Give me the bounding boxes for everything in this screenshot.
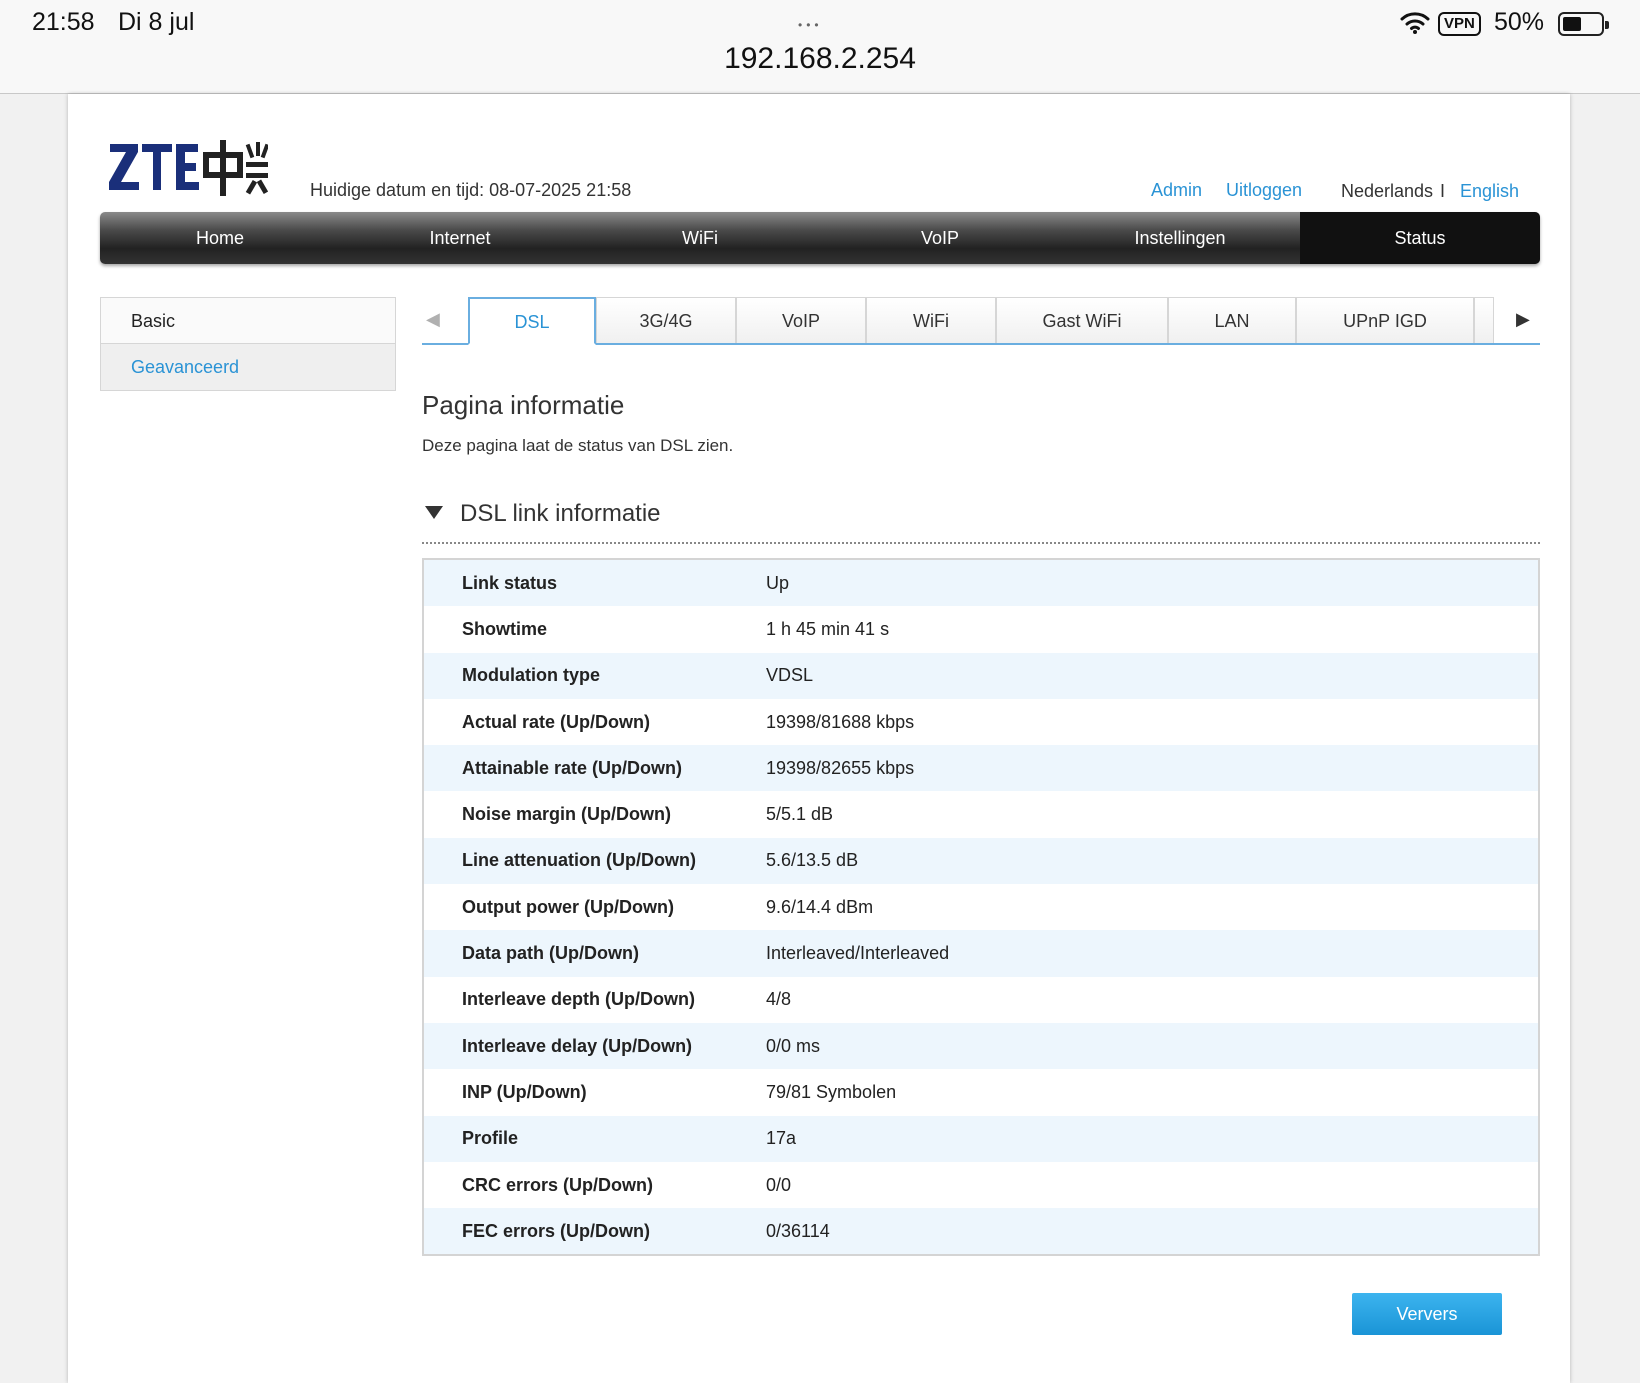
row-value: 4/8 <box>766 989 792 1010</box>
language-dutch[interactable]: Nederlands <box>1341 181 1433 202</box>
table-row: Line attenuation (Up/Down) 5.6/13.5 dB <box>424 837 1538 885</box>
row-label: Link status <box>462 572 558 593</box>
nav-instellingen[interactable]: Instellingen <box>1060 212 1300 264</box>
row-value: VDSL <box>766 665 814 686</box>
tab-lan[interactable]: LAN <box>1168 297 1296 343</box>
address-bar[interactable]: 192.168.2.254 <box>0 42 1640 76</box>
collapse-triangle-icon[interactable] <box>425 506 443 519</box>
table-row: Interleave depth (Up/Down) 4/8 <box>424 976 1538 1023</box>
row-label: CRC errors (Up/Down) <box>462 1174 654 1195</box>
row-label: Interleave depth (Up/Down) <box>462 989 696 1010</box>
row-value: 0/0 <box>766 1174 792 1195</box>
row-value: 79/81 Symbolen <box>766 1081 897 1102</box>
table-row: Data path (Up/Down) Interleaved/Interleav… <box>424 930 1538 977</box>
table-row: Attainable rate (Up/Down) 19398/82655 kbp… <box>424 745 1538 792</box>
status-time: 21:58 <box>32 8 95 36</box>
row-label: Attainable rate (Up/Down) <box>462 757 683 778</box>
table-row: Modulation type VDSL <box>424 652 1538 699</box>
tab-dsl[interactable]: DSL <box>468 297 596 345</box>
logout-link[interactable]: Uitloggen <box>1226 180 1302 201</box>
table-row: CRC errors (Up/Down) 0/0 <box>424 1161 1538 1209</box>
row-value: 9.6/14.4 dBm <box>766 896 874 917</box>
tab-3g4g[interactable]: 3G/4G <box>596 297 736 343</box>
row-value: Up <box>766 572 790 593</box>
page-description: Deze pagina laat de status van DSL zien. <box>422 436 734 455</box>
row-value: 17a <box>766 1128 797 1149</box>
table-row: Actual rate (Up/Down) 19398/81688 kbps <box>424 698 1538 746</box>
dsl-info-table: Link status Up Showtime 1 h 45 min 41 s Modu… <box>422 558 1540 1257</box>
tab-scroll-left-icon[interactable]: ◀ <box>426 309 440 330</box>
page-title: Pagina informatie <box>422 390 625 420</box>
table-row: INP (Up/Down) 79/81 Symbolen <box>424 1069 1538 1116</box>
refresh-button[interactable]: Ververs <box>1352 1293 1502 1335</box>
row-value: 0/0 ms <box>766 1035 821 1056</box>
table-row: Noise margin (Up/Down) 5/5.1 dB <box>424 791 1538 838</box>
status-date: Di 8 jul <box>118 8 195 36</box>
language-separator: I <box>1440 181 1446 201</box>
row-label: Profile <box>462 1128 519 1149</box>
row-value: 1 h 45 min 41 s <box>766 618 890 639</box>
section-divider <box>422 542 1540 544</box>
row-value: 5/5.1 dB <box>766 804 834 825</box>
tab-gast-wifi[interactable]: Gast WiFi <box>996 297 1168 343</box>
row-label: Interleave delay (Up/Down) <box>462 1035 693 1056</box>
section-title[interactable]: DSL link informatie <box>460 500 661 528</box>
tab-overflow[interactable] <box>1474 297 1494 343</box>
side-item-basic[interactable]: Basic <box>101 298 395 344</box>
table-row: Showtime 1 h 45 min 41 s <box>424 606 1538 653</box>
row-value: 19398/81688 kbps <box>766 711 915 732</box>
browser-top-bar: 21:58 Di 8 jul ••• 192.168.2.254 VPN 50% <box>0 0 1640 94</box>
nav-internet[interactable]: Internet <box>340 212 580 264</box>
battery-icon <box>1558 12 1609 36</box>
table-row: Link status Up <box>424 560 1538 607</box>
vpn-badge: VPN <box>1438 12 1481 36</box>
row-label: INP (Up/Down) <box>462 1081 587 1102</box>
table-row: Output power (Up/Down) 9.6/14.4 dBm <box>424 884 1538 931</box>
row-label: Noise margin (Up/Down) <box>462 804 672 825</box>
table-row: Interleave delay (Up/Down) 0/0 ms <box>424 1022 1538 1070</box>
row-label: Data path (Up/Down) <box>462 943 639 964</box>
row-label: FEC errors (Up/Down) <box>462 1220 651 1241</box>
table-row: FEC errors (Up/Down) 0/36114 <box>424 1208 1538 1255</box>
row-value: 19398/82655 kbps <box>766 757 915 778</box>
zte-logo <box>109 140 268 196</box>
nav-wifi[interactable]: WiFi <box>580 212 820 264</box>
sub-tabs: ◀ DSL 3G/4G VoIP WiFi Gast WiFi LAN UPnP… <box>422 297 1540 345</box>
tab-voip[interactable]: VoIP <box>736 297 866 343</box>
tab-upnp-igd[interactable]: UPnP IGD <box>1296 297 1474 343</box>
row-label: Showtime <box>462 618 548 639</box>
battery-percentage: 50% <box>1494 8 1545 36</box>
multitask-dots[interactable]: ••• <box>798 18 823 32</box>
nav-home[interactable]: Home <box>100 212 340 264</box>
row-label: Output power (Up/Down) <box>462 896 674 917</box>
side-item-geavanceerd[interactable]: Geavanceerd <box>101 344 395 390</box>
row-label: Modulation type <box>462 665 600 686</box>
row-value: Interleaved/Interleaved <box>766 943 950 964</box>
side-menu: Basic Geavanceerd <box>100 297 396 391</box>
tab-scroll-right-icon[interactable]: ▶ <box>1516 309 1530 330</box>
tab-wifi[interactable]: WiFi <box>866 297 996 343</box>
table-row: Profile 17a <box>424 1115 1538 1162</box>
row-label: Actual rate (Up/Down) <box>462 711 651 732</box>
nav-voip[interactable]: VoIP <box>820 212 1060 264</box>
main-navigation: Home Internet WiFi VoIP Instellingen Sta… <box>100 212 1540 264</box>
row-value: 0/36114 <box>766 1220 830 1241</box>
language-english[interactable]: English <box>1460 181 1519 202</box>
row-value: 5.6/13.5 dB <box>766 850 859 871</box>
admin-link[interactable]: Admin <box>1151 180 1202 201</box>
wifi-icon <box>1400 12 1430 34</box>
nav-status[interactable]: Status <box>1300 212 1540 264</box>
row-label: Line attenuation (Up/Down) <box>462 850 696 871</box>
current-datetime: Huidige datum en tijd: 08-07-2025 21:58 <box>310 180 632 200</box>
